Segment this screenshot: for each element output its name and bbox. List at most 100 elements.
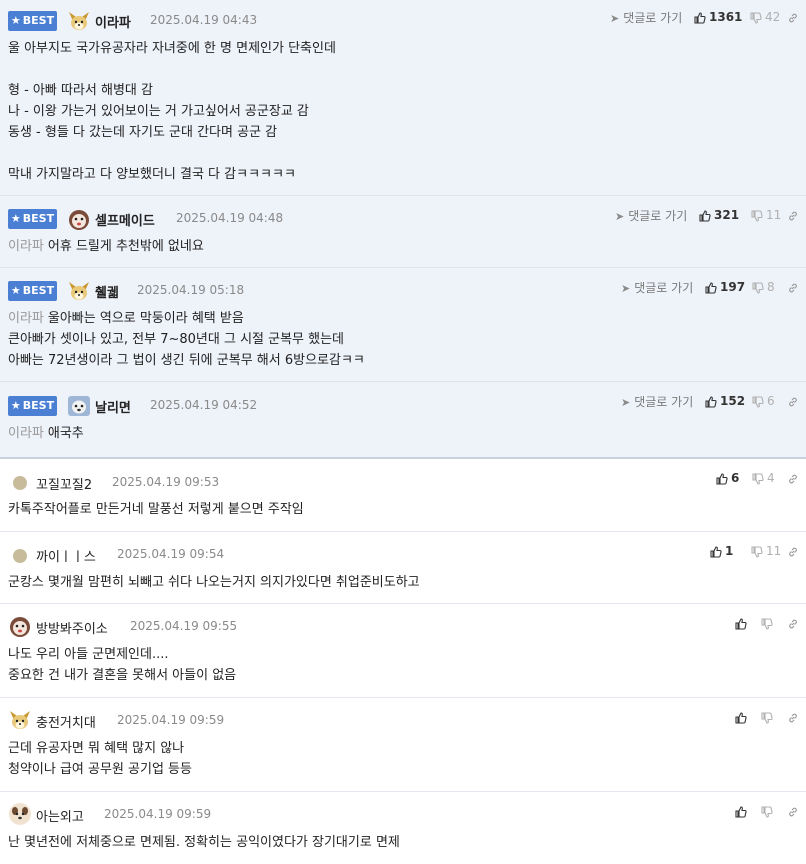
downvote-button[interactable]: 8 [752,280,775,294]
comment-date: 2025.04.19 09:55 [130,619,238,633]
permalink-button[interactable] [787,394,799,408]
comment-nickname[interactable]: 날리면 [95,397,131,416]
downvote-count: 6 [767,394,775,408]
downvote-count: 11 [766,544,782,558]
upvote-button[interactable]: 1 [710,544,733,558]
thumbs-up-icon [716,472,728,485]
permalink-button[interactable] [787,10,799,24]
avatar[interactable] [12,475,28,491]
comment-body: 이라파 어휴 드릴게 추천밖에 없네요 [8,239,204,254]
avatar[interactable] [8,708,32,732]
upvote-count: 152 [720,394,746,408]
goto-reply-link[interactable]: ➤ 댓글로 가기 [610,9,682,26]
upvote-button[interactable] [735,616,750,630]
link-icon [789,474,797,483]
best-comment: ★ BEST 췔궯 2025.04.19 05:18 ➤ 댓글로 가기 197 8 … [0,268,806,382]
comment-date: 2025.04.19 09:59 [104,807,212,821]
link-icon [789,397,797,406]
thumbs-down-icon [761,617,773,630]
downvote-button[interactable] [761,616,776,630]
permalink-button[interactable] [787,280,799,294]
goto-reply-link[interactable]: ➤ 댓글로 가기 [621,279,693,296]
thumbs-up-icon [735,617,747,630]
best-badge: ★ BEST [8,281,57,301]
thumbs-down-icon [751,209,763,222]
reply-to-nickname[interactable]: 이라파 [8,426,44,441]
comment-nickname[interactable]: 셀프메이드 [95,210,155,229]
comment-nickname[interactable]: 충전거치대 [36,712,96,731]
downvote-button[interactable]: 4 [752,471,775,485]
best-comment: ★ BEST 셀프메이드 2025.04.19 04:48 ➤ 댓글로 가기 321… [0,196,806,268]
upvote-count: 1 [725,544,734,558]
downvote-button[interactable]: 11 [751,544,781,558]
thumbs-up-icon [705,281,717,294]
link-icon [789,13,797,22]
arrow-icon: ➤ [610,12,620,25]
link-icon [789,211,797,220]
reply-to-nickname[interactable]: 이라파 [8,239,44,254]
upvote-button[interactable] [735,804,750,818]
permalink-button[interactable] [787,710,799,724]
avatar[interactable] [67,394,91,418]
goto-reply-link[interactable]: ➤ 댓글로 가기 [615,207,687,224]
comment-date: 2025.04.19 05:18 [137,283,245,297]
permalink-button[interactable] [787,616,799,630]
downvote-count: 8 [767,280,775,294]
goto-reply-link[interactable]: ➤ 댓글로 가기 [621,393,693,410]
upvote-button[interactable]: 6 [716,471,739,485]
avatar[interactable] [12,548,28,564]
comment-body: 난 몇년전에 저체중으로 면제됨. 정확히는 공익이였다가 장기대기로 면제 [8,835,400,850]
avatar[interactable] [67,9,91,33]
downvote-count: 4 [767,471,775,485]
comment-nickname[interactable]: 이라파 [95,12,131,31]
permalink-button[interactable] [787,471,799,485]
link-icon [789,619,797,628]
avatar[interactable] [8,802,32,826]
avatar[interactable] [67,279,91,303]
comment-date: 2025.04.19 04:52 [150,398,258,412]
permalink-button[interactable] [787,544,799,558]
downvote-count: 11 [766,208,782,222]
thumbs-up-icon [699,209,711,222]
upvote-button[interactable]: 1361 [694,10,742,24]
downvote-button[interactable]: 6 [752,394,775,408]
permalink-button[interactable] [787,208,799,222]
comment-nickname[interactable]: 췔궯 [95,282,119,301]
comment-body: 이라파 애국추 [8,426,84,441]
downvote-button[interactable]: 42 [750,10,780,24]
upvote-button[interactable]: 152 [705,394,745,408]
comment-body: 카톡주작어플로 만든거네 말풍선 저렇게 붙으면 주작임 [8,502,304,517]
thumbs-down-icon [752,395,764,408]
upvote-count: 1361 [709,10,743,24]
avatar[interactable] [67,207,91,231]
star-icon: ★ [10,14,21,27]
comment-nickname[interactable]: 까이ㅣㅣ스 [36,546,96,565]
thumbs-up-icon [735,805,747,818]
comment-body: 근데 유공자면 뭐 혜택 많지 않나 청약이나 급여 공무원 공기업 등등 [8,741,192,777]
downvote-button[interactable] [761,710,776,724]
thumbs-down-icon [752,281,764,294]
link-icon [789,713,797,722]
thumbs-down-icon [761,711,773,724]
reply-to-nickname[interactable]: 이라파 [8,311,44,326]
comment-date: 2025.04.19 09:53 [112,475,220,489]
arrow-icon: ➤ [621,282,631,295]
upvote-button[interactable]: 197 [705,280,745,294]
downvote-button[interactable] [761,804,776,818]
avatar[interactable] [8,614,32,638]
comment: 꼬질꼬질2 2025.04.19 09:53 6 4 카톡주작어플로 만든거네 … [0,459,806,532]
downvote-button[interactable]: 11 [751,208,781,222]
thumbs-up-icon [694,11,706,24]
thumbs-down-icon [761,805,773,818]
permalink-button[interactable] [787,804,799,818]
upvote-button[interactable]: 321 [699,208,739,222]
best-badge: ★ BEST [8,209,57,229]
link-icon [789,283,797,292]
upvote-button[interactable] [735,710,750,724]
thumbs-down-icon [751,545,763,558]
comment-nickname[interactable]: 아는외고 [36,806,84,825]
comment-nickname[interactable]: 꼬질꼬질2 [36,474,92,493]
comment-nickname[interactable]: 방방봐주이소 [36,618,108,637]
best-badge: ★ BEST [8,11,57,31]
thumbs-up-icon [710,545,722,558]
